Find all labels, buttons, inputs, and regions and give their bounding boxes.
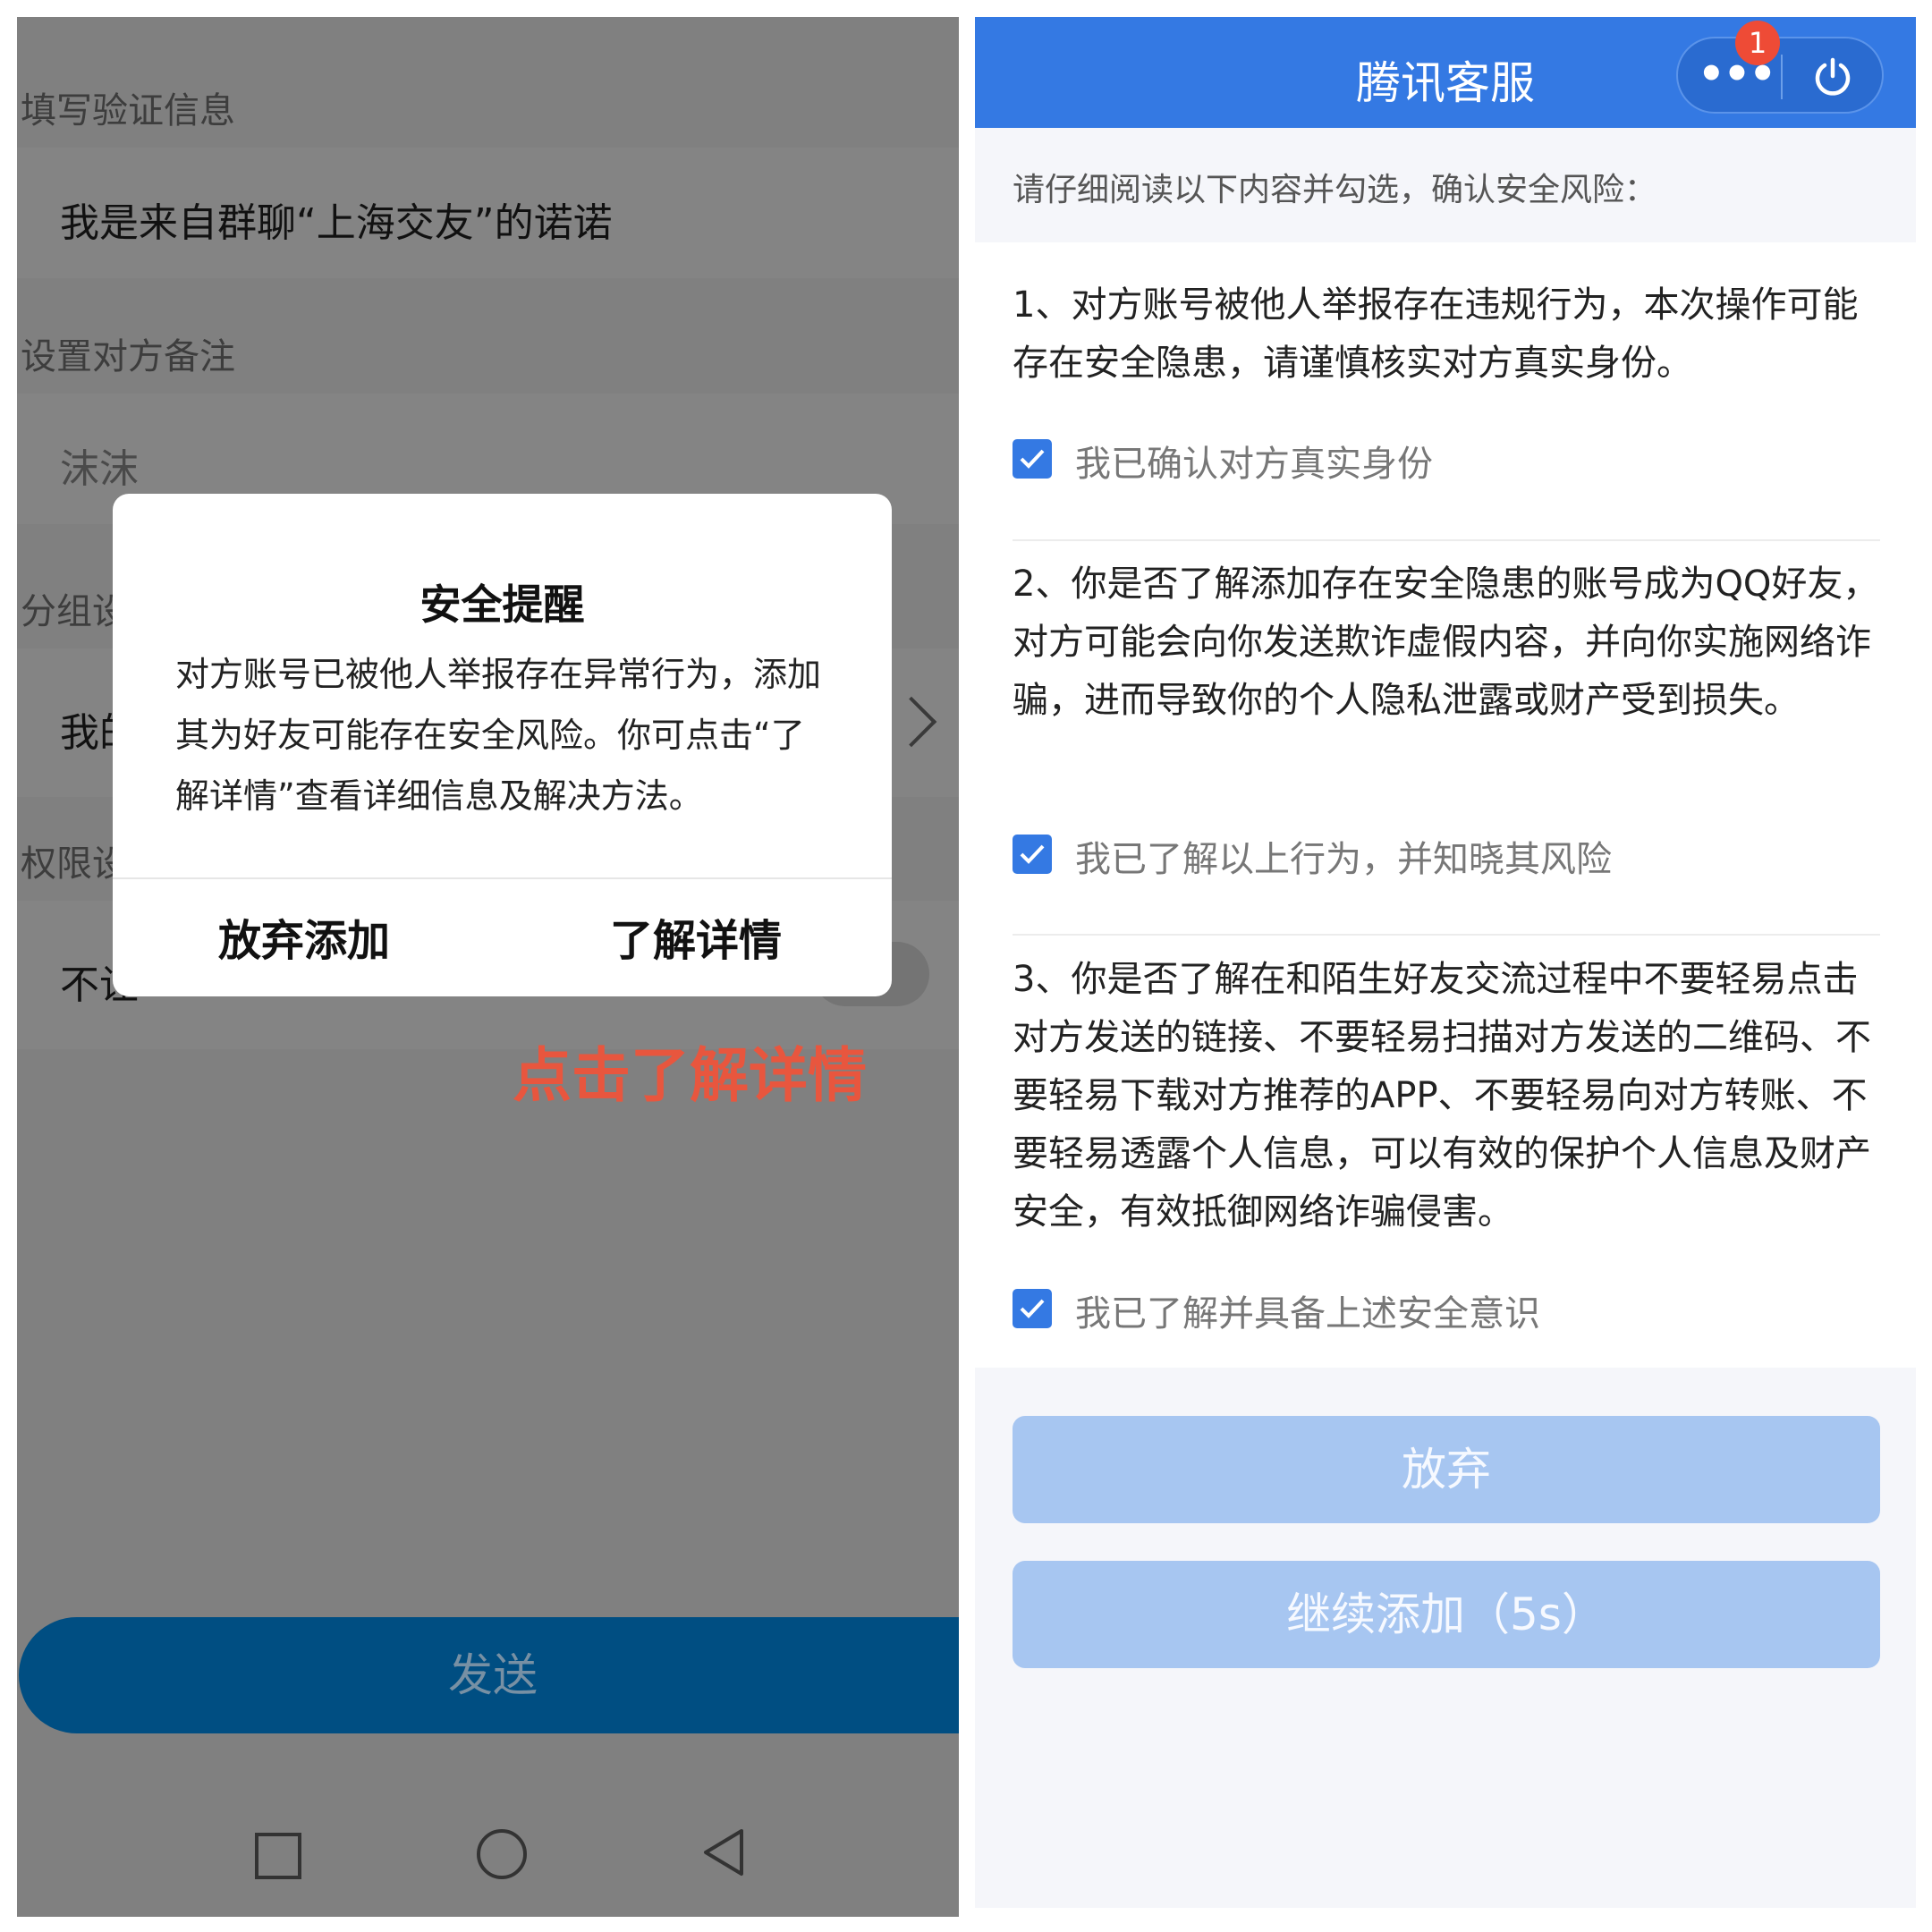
checkbox-checked-icon[interactable] <box>1013 439 1052 479</box>
checkbox-label[interactable]: 我已了解以上行为，并知晓其风险 <box>1075 830 1612 882</box>
send-button[interactable]: 发送 <box>19 1617 959 1733</box>
checkbox-checked-icon[interactable] <box>1013 1289 1052 1328</box>
continue-add-button[interactable]: 继续添加（5s） <box>1013 1561 1880 1668</box>
triangle-back-icon[interactable] <box>702 1827 745 1877</box>
risk-item-text: 1、对方账号被他人举报存在违规行为，本次操作可能存在安全隐患，请谨慎核实对方真实… <box>1013 284 1859 384</box>
mini-program-capsule: ••• <box>1676 37 1884 114</box>
annotation-text: 点击了解详情 <box>513 1041 867 1110</box>
risk-item-text: 2、你是否了解添加存在安全隐患的账号成为QQ好友，对方可能会向你发送欺诈虚假内容… <box>1013 564 1879 721</box>
checkbox-checked-icon[interactable] <box>1013 835 1052 874</box>
header-bar: 腾讯客服 ••• 1 <box>975 17 1916 128</box>
capsule-divider <box>1781 55 1783 99</box>
verify-info-label: 填写验证信息 <box>21 90 235 131</box>
remark-value-text: 沫沫 <box>60 446 139 492</box>
abandon-button[interactable]: 放弃 <box>1013 1416 1880 1523</box>
permission-label: 权限设 <box>21 843 128 885</box>
risk-items-panel: 1、对方账号被他人举报存在违规行为，本次操作可能存在安全隐患，请谨慎核实对方真实… <box>975 242 1916 1368</box>
checkbox-label[interactable]: 我已了解并具备上述安全意识 <box>1075 1284 1540 1336</box>
verify-message-text: 我是来自群聊“上海交友”的诺诺 <box>60 200 613 246</box>
divider <box>1013 539 1880 541</box>
intro-text: 请仔细阅读以下内容并勾选，确认安全风险： <box>1013 172 1657 208</box>
security-alert-dialog: 安全提醒 对方账号已被他人举报存在异常行为，添加其为好友可能存在安全风险。你可点… <box>113 494 892 996</box>
view-details-button[interactable]: 了解详情 <box>610 905 782 968</box>
dialog-title: 安全提醒 <box>419 580 585 629</box>
abandon-add-button[interactable]: 放弃添加 <box>218 905 390 968</box>
add-friend-screen: 填写验证信息 我是来自群聊“上海交友”的诺诺 设置对方备注 沫沫 分组设 我的 … <box>17 17 959 1917</box>
dialog-message: 对方账号已被他人举报存在异常行为，添加其为好友可能存在安全风险。你可点击“了解详… <box>175 655 822 816</box>
square-icon[interactable] <box>255 1833 301 1879</box>
risk-item-text: 3、你是否了解在和陌生好友交流过程中不要轻易点击对方发送的链接、不要轻易扫描对方… <box>1013 959 1871 1233</box>
checkbox-label[interactable]: 我已确认对方真实身份 <box>1075 435 1433 487</box>
tencent-service-screen: 腾讯客服 ••• 1 请仔细阅读以下内容并勾选，确认安全风险： 1、对方账号被他… <box>975 17 1916 1908</box>
verify-message-field[interactable]: 我是来自群聊“上海交友”的诺诺 <box>17 148 959 278</box>
divider <box>1013 934 1880 936</box>
group-label: 分组设 <box>21 591 128 632</box>
circle-icon[interactable] <box>477 1829 527 1879</box>
chevron-right-icon <box>886 696 937 748</box>
power-icon[interactable] <box>1810 55 1855 99</box>
remark-label: 设置对方备注 <box>21 336 235 377</box>
dialog-divider <box>113 877 892 879</box>
notification-badge: 1 <box>1735 21 1780 65</box>
